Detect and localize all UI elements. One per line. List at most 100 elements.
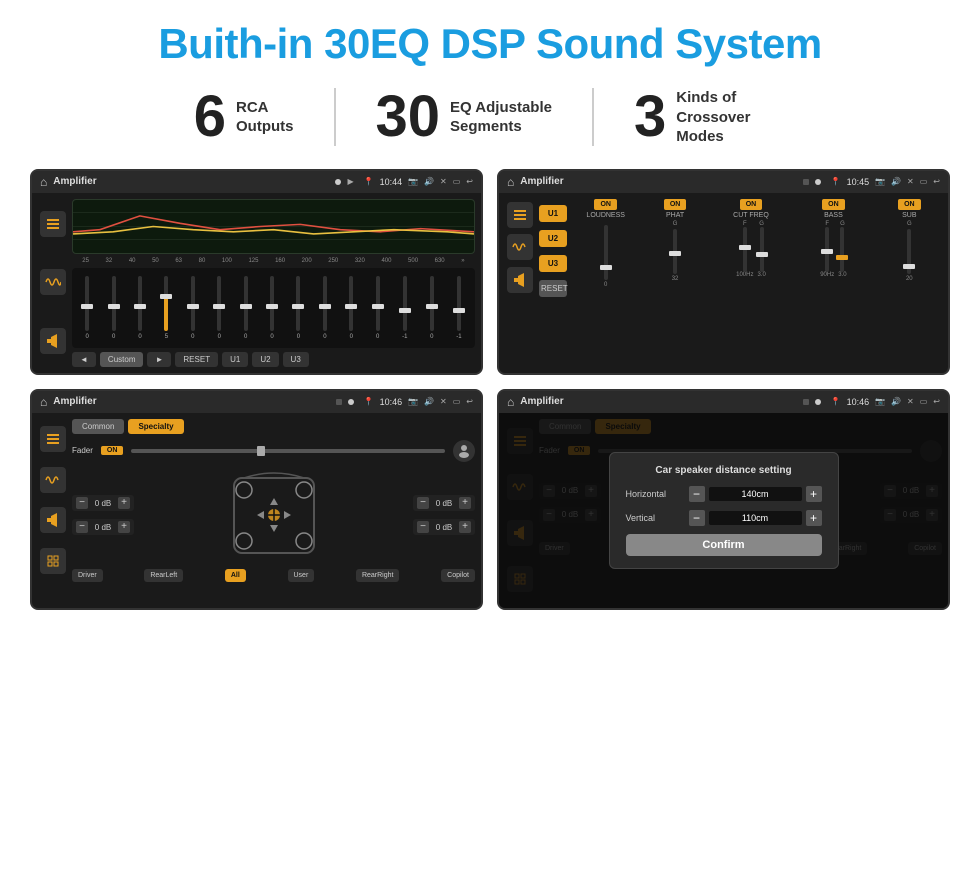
eq-slider-1[interactable]: 0 bbox=[85, 276, 89, 340]
eq-back-icon[interactable]: ↩ bbox=[466, 177, 473, 186]
cx-bass-sliders: F 90Hz G bbox=[820, 221, 846, 278]
sp-speaker-btn[interactable] bbox=[40, 507, 66, 533]
cx-preset-u3[interactable]: U3 bbox=[539, 255, 567, 272]
sp-minus-br[interactable]: − bbox=[417, 521, 429, 533]
cx-sub-on[interactable]: ON bbox=[898, 199, 921, 210]
eq-wave-btn[interactable] bbox=[40, 269, 66, 295]
eq-custom-btn[interactable]: Custom bbox=[100, 352, 144, 367]
eq-slider-7[interactable]: 0 bbox=[244, 276, 248, 340]
sp-btn-driver[interactable]: Driver bbox=[72, 569, 103, 582]
eq-time: 10:44 bbox=[380, 177, 403, 187]
dlg-back-icon[interactable]: ↩ bbox=[933, 397, 940, 406]
sp-minus-bl[interactable]: − bbox=[76, 521, 88, 533]
eq-slider-15[interactable]: -1 bbox=[456, 276, 461, 340]
eq-slider-8[interactable]: 0 bbox=[270, 276, 274, 340]
cx-bass-slider-g[interactable] bbox=[840, 227, 844, 272]
dlg-window-icon: ▭ bbox=[920, 397, 928, 406]
sp-val-tr: 0 dB bbox=[432, 499, 456, 508]
sp-wave-btn[interactable] bbox=[40, 467, 66, 493]
cx-preset-u2[interactable]: U2 bbox=[539, 230, 567, 247]
confirm-button[interactable]: Confirm bbox=[626, 534, 822, 556]
sp-tab-common[interactable]: Common bbox=[72, 419, 124, 434]
sp-btn-rearright[interactable]: RearRight bbox=[356, 569, 400, 582]
cx-speaker-btn[interactable] bbox=[507, 267, 533, 293]
cx-cutfreq-slider-f[interactable] bbox=[743, 227, 747, 272]
sp-bottom-btns: Driver RearLeft All User RearRight Copil… bbox=[72, 569, 475, 582]
sp-minus-tl[interactable]: − bbox=[76, 497, 88, 509]
cx-phat-slider[interactable] bbox=[673, 229, 677, 274]
sp-btn-user[interactable]: User bbox=[288, 569, 315, 582]
eq-slider-6[interactable]: 0 bbox=[217, 276, 221, 340]
sp-eq-btn[interactable] bbox=[40, 426, 66, 452]
eq-slider-2[interactable]: 0 bbox=[112, 276, 116, 340]
sp-status-dot bbox=[348, 399, 354, 405]
eq-next-btn[interactable]: ► bbox=[147, 352, 171, 367]
sp-db-bl: − 0 dB + bbox=[72, 519, 134, 535]
cx-sub-slider[interactable] bbox=[907, 229, 911, 274]
sp-title: Amplifier bbox=[53, 396, 329, 407]
cx-loudness-val: 0 bbox=[604, 282, 607, 288]
cx-loudness-slider[interactable] bbox=[604, 225, 608, 280]
dialog-vertical-control: − 110cm + bbox=[689, 510, 822, 526]
eq-slider-5[interactable]: 0 bbox=[191, 276, 195, 340]
sp-back-icon[interactable]: ↩ bbox=[466, 397, 473, 406]
sp-layout-btn[interactable] bbox=[40, 548, 66, 574]
eq-slider-4[interactable]: 5 bbox=[164, 276, 168, 340]
cx-loudness-on[interactable]: ON bbox=[594, 199, 617, 210]
dialog-vertical-minus[interactable]: − bbox=[689, 510, 705, 526]
cx-sub-val: 20 bbox=[906, 276, 913, 282]
cx-cutfreq-on[interactable]: ON bbox=[740, 199, 763, 210]
dialog-horizontal-plus[interactable]: + bbox=[806, 486, 822, 502]
cx-bass-on[interactable]: ON bbox=[822, 199, 845, 210]
cx-location-icon: 📍 bbox=[831, 177, 841, 186]
eq-slider-3[interactable]: 0 bbox=[138, 276, 142, 340]
cx-bass-label: BASS bbox=[824, 212, 843, 219]
sp-plus-br[interactable]: + bbox=[459, 521, 471, 533]
sp-fader-label: Fader bbox=[72, 446, 93, 455]
sp-btn-rearleft[interactable]: RearLeft bbox=[144, 569, 183, 582]
eq-equalizer-btn[interactable] bbox=[40, 211, 66, 237]
eq-u1-btn[interactable]: U1 bbox=[222, 352, 248, 367]
cx-bass-slider-f[interactable] bbox=[825, 227, 829, 272]
eq-prev-btn[interactable]: ◄ bbox=[72, 352, 96, 367]
eq-freq-labels: 25 32 40 50 63 80 100 125 160 200 250 32… bbox=[72, 258, 475, 264]
eq-reset-btn[interactable]: RESET bbox=[175, 352, 218, 367]
sp-plus-tr[interactable]: + bbox=[459, 497, 471, 509]
eq-speaker-btn[interactable] bbox=[40, 328, 66, 354]
eq-slider-11[interactable]: 0 bbox=[349, 276, 353, 340]
sp-plus-tl[interactable]: + bbox=[118, 497, 130, 509]
sp-home-icon[interactable]: ⌂ bbox=[40, 395, 47, 409]
cx-phat-on[interactable]: ON bbox=[664, 199, 687, 210]
dlg-camera-icon: 📷 bbox=[875, 397, 885, 406]
cx-preset-u1[interactable]: U1 bbox=[539, 205, 567, 222]
sp-plus-bl[interactable]: + bbox=[118, 521, 130, 533]
sp-btn-copilot[interactable]: Copilot bbox=[441, 569, 475, 582]
sp-fader-on[interactable]: ON bbox=[101, 446, 124, 455]
cx-wave-btn[interactable] bbox=[507, 234, 533, 260]
sp-fader-track[interactable] bbox=[131, 449, 445, 453]
cx-cutfreq-slider-g[interactable] bbox=[760, 227, 764, 272]
sp-minus-tr[interactable]: − bbox=[417, 497, 429, 509]
eq-u3-btn[interactable]: U3 bbox=[283, 352, 309, 367]
cx-reset-btn[interactable]: RESET bbox=[539, 280, 567, 297]
cx-cutfreq-sliders: F 100Hz G bbox=[736, 221, 766, 278]
cx-home-icon[interactable]: ⌂ bbox=[507, 175, 514, 189]
dialog-horizontal-minus[interactable]: − bbox=[689, 486, 705, 502]
eq-u2-btn[interactable]: U2 bbox=[252, 352, 278, 367]
eq-slider-14[interactable]: 0 bbox=[430, 276, 434, 340]
cx-controls-area: ON LOUDNESS 0 ON PHAT G bbox=[573, 199, 942, 297]
sp-btn-all[interactable]: All bbox=[225, 569, 246, 582]
dlg-home-icon[interactable]: ⌂ bbox=[507, 395, 514, 409]
eq-home-icon[interactable]: ⌂ bbox=[40, 175, 47, 189]
cx-eq-btn[interactable] bbox=[507, 202, 533, 228]
eq-slider-13[interactable]: -1 bbox=[402, 276, 407, 340]
eq-slider-9[interactable]: 0 bbox=[296, 276, 300, 340]
eq-slider-12[interactable]: 0 bbox=[376, 276, 380, 340]
dialog-horizontal-row: Horizontal − 140cm + bbox=[626, 486, 822, 502]
sp-tab-specialty[interactable]: Specialty bbox=[128, 419, 183, 434]
stat-crossover: 3 Kinds ofCrossover Modes bbox=[594, 88, 826, 147]
sp-avatar-icon[interactable] bbox=[453, 440, 475, 462]
eq-slider-10[interactable]: 0 bbox=[323, 276, 327, 340]
cx-back-icon[interactable]: ↩ bbox=[933, 177, 940, 186]
dialog-vertical-plus[interactable]: + bbox=[806, 510, 822, 526]
